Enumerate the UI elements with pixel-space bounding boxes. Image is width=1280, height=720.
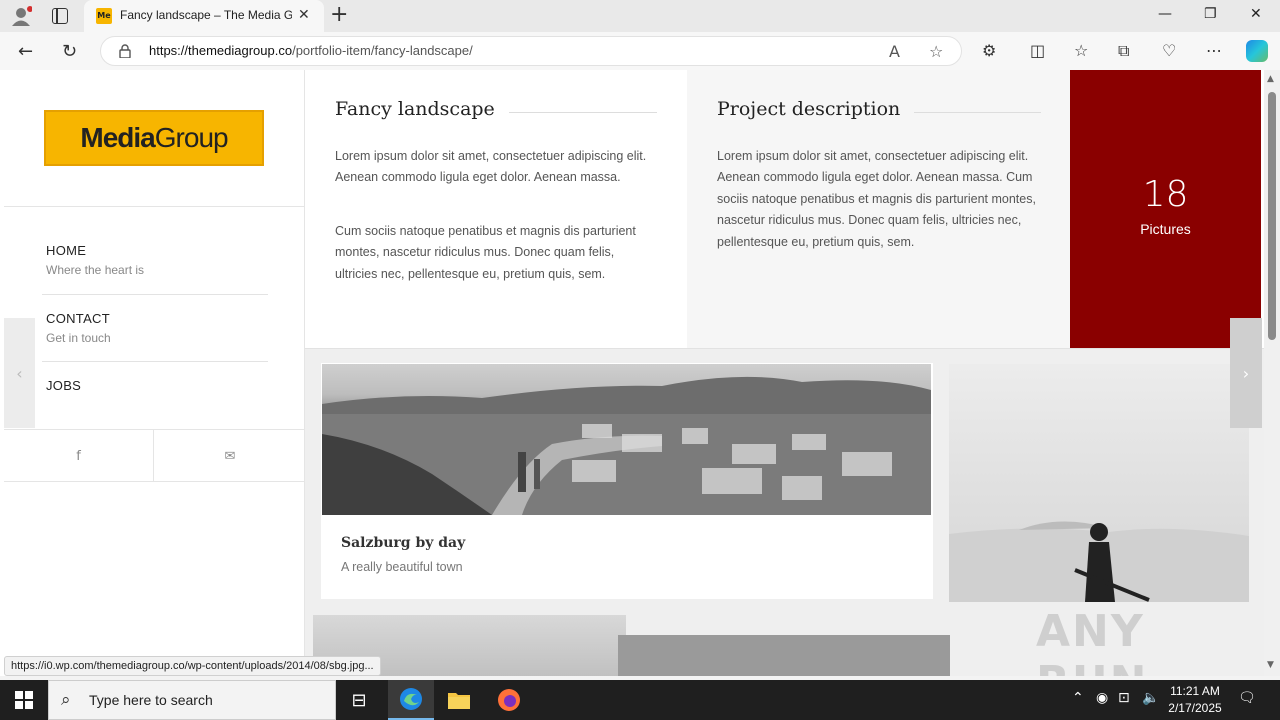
logo-text: MediaGroup bbox=[80, 122, 228, 153]
prev-arrow-icon[interactable]: ‹ bbox=[4, 318, 35, 428]
url-text[interactable]: https://themediagroup.co/portfolio-item/… bbox=[149, 43, 473, 58]
tab-actions-icon[interactable] bbox=[52, 8, 68, 24]
taskbar-search[interactable]: ⌕ Type here to search bbox=[48, 680, 336, 720]
firefox-icon[interactable] bbox=[486, 680, 532, 720]
lock-icon[interactable] bbox=[119, 44, 131, 58]
windows-logo-icon bbox=[15, 691, 33, 709]
refresh-icon[interactable]: ↻ bbox=[62, 41, 77, 62]
facebook-icon[interactable]: f bbox=[4, 430, 154, 482]
browser-tab[interactable]: Me Fancy landscape – The Media Gro ✕ bbox=[84, 0, 324, 32]
network-icon[interactable]: ⊡ bbox=[1118, 690, 1130, 706]
search-icon: ⌕ bbox=[61, 690, 71, 710]
split-screen-icon[interactable]: ◫ bbox=[1030, 41, 1045, 60]
menu-item-home[interactable]: HOME Where the heart is bbox=[46, 243, 268, 277]
task-view-icon[interactable]: ⊟ bbox=[336, 680, 382, 720]
city-illustration bbox=[322, 376, 931, 515]
new-tab-icon[interactable]: + bbox=[330, 3, 348, 27]
site-favicon-icon: Me bbox=[96, 8, 112, 24]
address-bar[interactable]: https://themediagroup.co/portfolio-item/… bbox=[100, 36, 962, 66]
profile-icon[interactable] bbox=[10, 6, 32, 26]
tab-close-icon[interactable]: ✕ bbox=[298, 7, 310, 23]
browser-toolbar: ← ↻ https://themediagroup.co/portfolio-i… bbox=[0, 32, 1280, 70]
url-domain: https://themediagroup.co bbox=[149, 43, 293, 58]
menu-item-contact[interactable]: CONTACT Get in touch bbox=[46, 311, 268, 345]
system-clock[interactable]: 11:21 AM 2/17/2025 bbox=[1160, 683, 1230, 717]
status-link-preview: https://i0.wp.com/themediagroup.co/wp-co… bbox=[4, 656, 381, 676]
scroll-thumb[interactable] bbox=[1268, 92, 1276, 340]
meet-now-icon[interactable]: ◉ bbox=[1096, 690, 1108, 706]
sidebar: MediaGroup HOME Where the heart is CONTA… bbox=[4, 70, 305, 676]
heading-line bbox=[905, 112, 1041, 113]
favorites-icon[interactable]: ☆ bbox=[1074, 41, 1088, 60]
project-paragraph-1: Lorem ipsum dolor sit amet, consectetuer… bbox=[335, 149, 647, 185]
read-aloud-icon[interactable]: A bbox=[889, 42, 900, 61]
browser-essentials-icon[interactable]: ♡ bbox=[1162, 41, 1176, 60]
project-paragraph-2: Cum sociis natoque penatibus et magnis d… bbox=[335, 224, 636, 281]
divider bbox=[4, 481, 304, 482]
mediagroup-logo[interactable]: MediaGroup bbox=[44, 110, 264, 166]
project-description: Project description Lorem ipsum dolor si… bbox=[687, 70, 1070, 348]
gallery-card[interactable]: Salzburg by day A really beautiful town bbox=[321, 363, 933, 599]
restore-icon[interactable]: ❐ bbox=[1204, 6, 1217, 22]
tab-title: Fancy landscape – The Media Gro bbox=[120, 8, 292, 22]
project-title: Fancy landscape bbox=[335, 98, 509, 120]
windows-taskbar: ⌕ Type here to search ⊟ ⌃ ◉ ⊡ 🔈 11:21 AM… bbox=[0, 680, 1280, 720]
description-paragraph: Lorem ipsum dolor sit amet, consectetuer… bbox=[717, 149, 1036, 249]
clock-date: 2/17/2025 bbox=[1168, 701, 1222, 715]
close-window-icon[interactable]: ✕ bbox=[1250, 6, 1262, 22]
browser-titlebar: Me Fancy landscape – The Media Gro ✕ + —… bbox=[0, 0, 1280, 32]
volume-icon[interactable]: 🔈 bbox=[1142, 690, 1159, 706]
scroll-up-icon[interactable]: ▲ bbox=[1267, 74, 1274, 84]
edge-app-icon[interactable] bbox=[388, 680, 434, 720]
desert-illustration bbox=[949, 521, 1249, 602]
menu-title: JOBS bbox=[46, 378, 82, 393]
project-intro: Fancy landscape Lorem ipsum dolor sit am… bbox=[305, 70, 687, 348]
description-title: Project description bbox=[717, 98, 915, 120]
show-hidden-icons[interactable]: ⌃ bbox=[1072, 690, 1084, 706]
next-arrow-icon[interactable]: › bbox=[1230, 318, 1262, 428]
menu-subtitle: Where the heart is bbox=[46, 263, 145, 277]
start-button[interactable] bbox=[0, 680, 48, 720]
salzburg-photo[interactable] bbox=[322, 364, 931, 515]
mail-icon[interactable]: ✉ bbox=[155, 430, 305, 482]
pictures-label: Pictures bbox=[1140, 221, 1191, 237]
menu-subtitle: Get in touch bbox=[46, 331, 111, 345]
scrollbar[interactable]: ▲ ▼ bbox=[1264, 70, 1280, 676]
scroll-down-icon[interactable]: ▼ bbox=[1267, 660, 1274, 670]
back-icon[interactable]: ← bbox=[18, 41, 33, 62]
menu-title: HOME bbox=[46, 243, 87, 258]
heading-line bbox=[499, 112, 657, 113]
menu-divider bbox=[42, 294, 268, 295]
notifications-icon[interactable]: 🗨 bbox=[1238, 690, 1256, 706]
favorite-star-icon[interactable]: ☆ bbox=[929, 42, 943, 61]
clock-time: 11:21 AM bbox=[1170, 684, 1220, 698]
minimize-icon[interactable]: — bbox=[1158, 6, 1172, 22]
more-menu-icon[interactable]: ⋯ bbox=[1206, 41, 1222, 60]
file-explorer-icon[interactable] bbox=[436, 680, 482, 720]
divider bbox=[4, 206, 304, 207]
pictures-count: 18 bbox=[1142, 174, 1189, 215]
card-subtitle: A really beautiful town bbox=[341, 560, 463, 574]
copilot-icon[interactable] bbox=[1246, 40, 1268, 62]
pictures-counter: 18 Pictures bbox=[1070, 70, 1261, 348]
card-title[interactable]: Salzburg by day bbox=[341, 535, 465, 551]
url-path: /portfolio-item/fancy-landscape/ bbox=[292, 43, 473, 58]
extensions-icon[interactable]: ⚙ bbox=[982, 41, 996, 60]
anyrun-watermark: ANY RUN bbox=[1036, 606, 1146, 676]
webpage: MediaGroup HOME Where the heart is CONTA… bbox=[0, 70, 1264, 676]
desert-photo[interactable] bbox=[949, 364, 1249, 602]
menu-item-jobs[interactable]: JOBS bbox=[46, 378, 268, 393]
search-placeholder: Type here to search bbox=[89, 692, 213, 708]
collections-icon[interactable]: ⧉ bbox=[1118, 41, 1129, 61]
menu-divider bbox=[42, 361, 268, 362]
gallery-thumbnail[interactable] bbox=[618, 635, 950, 676]
menu-title: CONTACT bbox=[46, 311, 110, 326]
